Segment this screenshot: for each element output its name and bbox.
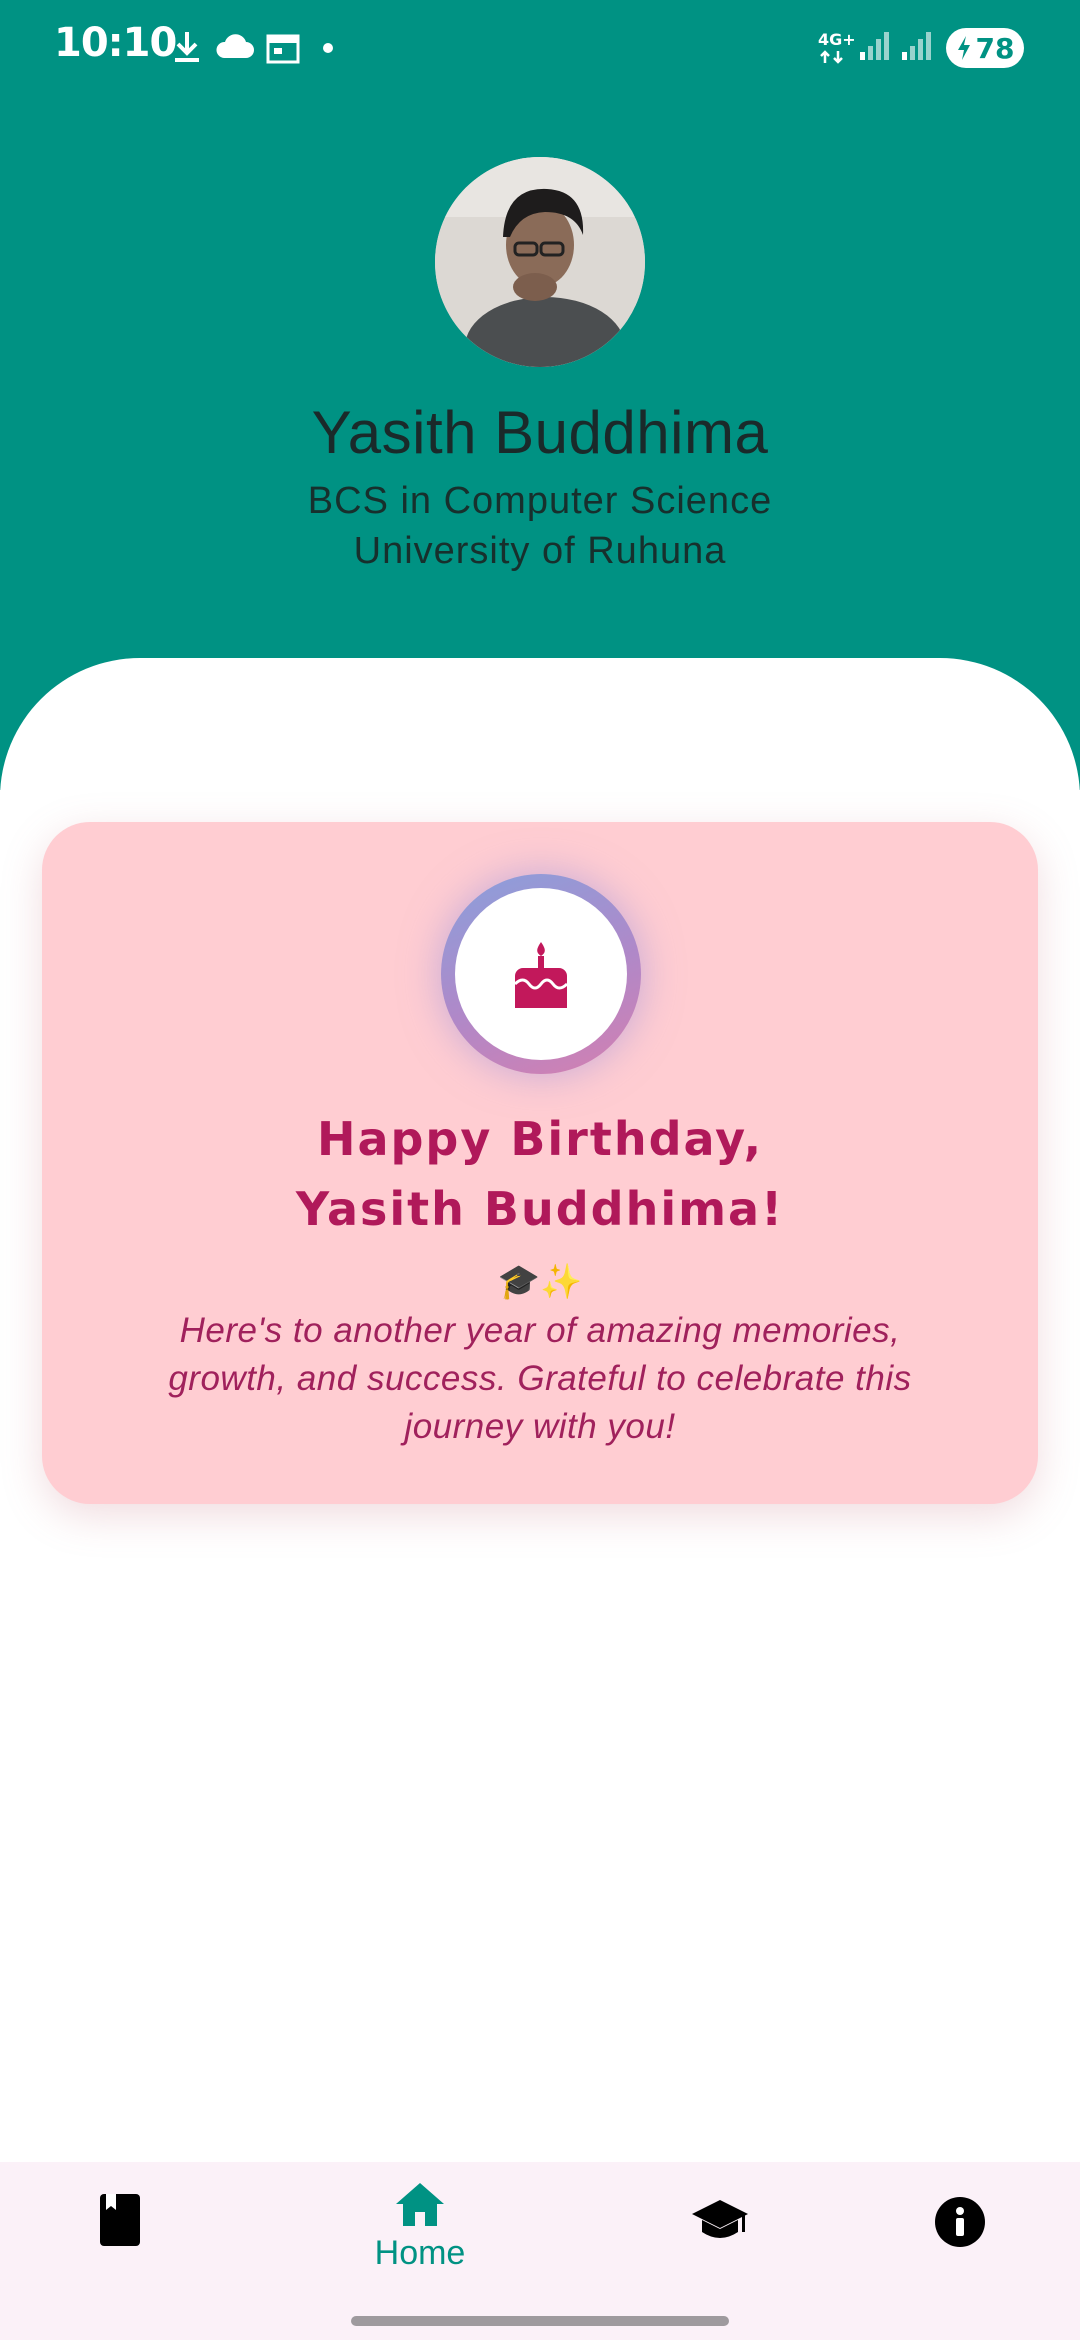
profile-university: University of Ruhuna [353, 530, 727, 572]
nav-label-home: Home [374, 2234, 466, 2272]
charging-bolt-icon [957, 36, 970, 60]
status-bar: 10:10 4G+ 78 [0, 0, 1080, 95]
birthday-cake-icon [513, 942, 569, 1008]
birthday-title-line2: Yasith Buddhima! [295, 1182, 785, 1236]
notification-dot-icon [323, 43, 333, 53]
info-icon [935, 2197, 985, 2247]
gesture-handle[interactable] [351, 2316, 729, 2326]
battery-level: 78 [975, 31, 1015, 65]
bottom-navigation: Home [0, 2162, 1080, 2340]
data-arrows-icon [820, 50, 843, 64]
nav-item-education[interactable] [690, 2198, 750, 2244]
download-icon [175, 32, 199, 62]
birthday-card: Happy Birthday, Yasith Buddhima! 🎓✨ Here… [42, 822, 1038, 1504]
birthday-message: Here's to another year of amazing memori… [168, 1311, 912, 1446]
profile-name: Yasith Buddhima [311, 399, 769, 466]
nav-item-info[interactable] [934, 2196, 986, 2248]
birthday-title-line1: Happy Birthday, [316, 1112, 764, 1166]
profile-degree: BCS in Computer Science [307, 480, 773, 522]
home-icon [396, 2183, 444, 2226]
calendar-icon [266, 34, 300, 64]
network-type: 4G+ [818, 30, 856, 49]
profile-avatar[interactable] [435, 157, 645, 367]
battery-indicator: 78 [946, 28, 1024, 68]
graduation-cap-icon [692, 2200, 748, 2238]
signal-icon [860, 32, 889, 60]
book-icon [100, 2194, 140, 2246]
cake-icon-ring [441, 874, 641, 1074]
signal-icon-sim2 [902, 32, 931, 60]
cake-icon-container [455, 888, 627, 1060]
nav-item-books[interactable] [98, 2192, 142, 2248]
nav-item-home[interactable]: Home [360, 2180, 480, 2273]
cloud-icon [216, 34, 254, 58]
status-time: 10:10 [54, 20, 177, 66]
avatar-photo [435, 157, 645, 367]
celebration-emoji: 🎓✨ [497, 1262, 583, 1302]
